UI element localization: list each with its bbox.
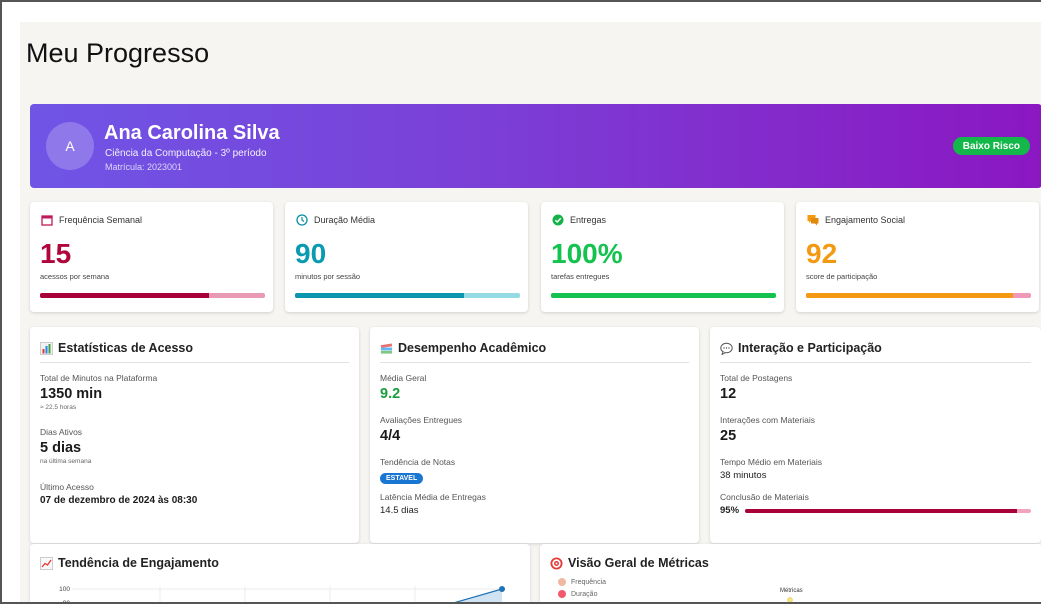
radar-label: Métricas <box>780 588 803 594</box>
metric-card-social: Engajamento Social 92 score de participa… <box>796 202 1039 312</box>
metric-progress-bar <box>295 293 520 298</box>
metric-label: Frequência Semanal <box>59 214 143 225</box>
stat-grade-trend: Tendência de Notas ESTAVEL <box>380 457 456 484</box>
calendar-icon <box>40 213 53 226</box>
student-id: Matrícula: 2023001 <box>105 162 183 172</box>
stat-material-completion: Conclusão de Materiais 95% <box>720 492 1031 516</box>
metric-header: Engajamento Social <box>806 213 905 226</box>
stat-posts: Total de Postagens 12 <box>720 373 793 402</box>
panel-title: Estatísticas de Acesso <box>40 341 193 355</box>
legend-swatch <box>558 590 566 598</box>
stat-avg-material-time: Tempo Médio em Materiais 38 minutos <box>720 457 823 481</box>
metrics-overview-card: Visão Geral de Métricas Frequência Duraç… <box>540 544 1041 602</box>
risk-badge: Baixo Risco <box>952 137 1030 155</box>
metric-label: Entregas <box>570 214 607 225</box>
metric-progress-fill <box>551 293 776 298</box>
engagement-trend-card: Tendência de Engajamento 100 90 <box>30 544 530 604</box>
divider <box>720 362 1031 363</box>
legend-item[interactable]: Frequência <box>558 578 606 586</box>
books-icon <box>380 342 393 355</box>
metric-subtitle: score de participação <box>806 272 878 281</box>
stat-material-interactions: Interações com Materiais 25 <box>720 415 815 444</box>
metric-value: 90 <box>295 238 327 269</box>
student-name: Ana Carolina Silva <box>104 122 280 144</box>
radar-chart <box>787 597 793 602</box>
metric-value: 92 <box>806 238 838 269</box>
stat-total-minutes: Total de Minutos na Plataforma 1350 min … <box>40 373 158 411</box>
metric-header: Duração Média <box>295 213 375 226</box>
legend-item[interactable]: Duração <box>558 590 597 598</box>
stat-average: Média Geral 9.2 <box>380 373 427 402</box>
metric-subtitle: tarefas entregues <box>551 272 610 281</box>
completion-value: 95% <box>720 505 740 516</box>
divider <box>40 362 349 363</box>
metric-progress-fill <box>806 293 1013 298</box>
stat-last-access: Último Acesso 07 de dezembro de 2024 às … <box>40 482 198 506</box>
student-banner: A Ana Carolina Silva Ciência da Computaç… <box>30 104 1041 188</box>
metric-value: 15 <box>40 238 72 269</box>
interaction-panel: Interação e Participação Total de Postag… <box>710 327 1041 543</box>
metric-progress-bar <box>40 293 265 298</box>
stat-active-days: Dias Ativos 5 dias na última semana <box>40 427 92 465</box>
metric-header: Frequência Semanal <box>40 213 142 226</box>
speech-bubble-icon <box>720 342 733 355</box>
completion-progress-fill <box>745 508 1017 513</box>
metric-progress-bar <box>806 293 1031 298</box>
window-frame: Meu Progresso A Ana Carolina Silva Ciênc… <box>0 0 1041 604</box>
stat-latency: Latência Média de Entregas 14.5 dias <box>380 492 486 516</box>
metric-label: Duração Média <box>314 214 376 225</box>
data-point <box>499 586 505 592</box>
y-tick-label: 100 <box>59 586 70 593</box>
access-stats-panel: Estatísticas de Acesso Total de Minutos … <box>30 327 359 543</box>
y-tick-label: 90 <box>63 600 71 604</box>
card-title: Visão Geral de Métricas <box>550 556 709 570</box>
page: Meu Progresso A Ana Carolina Silva Ciênc… <box>20 22 1041 604</box>
metric-value: 100% <box>551 238 623 269</box>
bar-chart-icon <box>40 341 53 355</box>
legend-swatch <box>558 578 566 586</box>
metric-label: Engajamento Social <box>825 214 906 225</box>
metric-progress-bar <box>551 293 776 298</box>
check-circle-icon <box>551 213 564 226</box>
completion-progress-bar <box>745 508 1031 513</box>
stat-delivered: Avaliações Entregues 4/4 <box>380 415 463 444</box>
metric-subtitle: minutos por sessão <box>295 272 361 281</box>
panel-title: Desempenho Acadêmico <box>380 341 546 355</box>
panel-title: Interação e Participação <box>720 341 882 355</box>
clock-icon <box>295 213 308 226</box>
metric-card-duration: Duração Média 90 minutos por sessão <box>285 202 528 312</box>
academic-performance-panel: Desempenho Acadêmico Média Geral 9.2 Ava… <box>370 327 699 543</box>
metric-card-frequency: Frequência Semanal 15 acessos por semana <box>30 202 273 312</box>
metric-subtitle: acessos por semana <box>40 272 110 281</box>
avatar: A <box>46 122 94 170</box>
metric-progress-fill <box>40 293 209 298</box>
target-icon <box>550 557 563 570</box>
divider <box>380 362 689 363</box>
student-course: Ciência da Computação - 3º período <box>105 148 267 159</box>
metric-card-deliveries: Entregas 100% tarefas entregues <box>541 202 784 312</box>
page-title: Meu Progresso <box>26 38 210 68</box>
engagement-chart: 100 90 <box>59 586 505 604</box>
metric-progress-fill <box>295 293 464 298</box>
metric-header: Entregas <box>551 213 606 226</box>
forum-icon <box>806 213 819 226</box>
trend-chip: ESTAVEL <box>380 473 424 484</box>
